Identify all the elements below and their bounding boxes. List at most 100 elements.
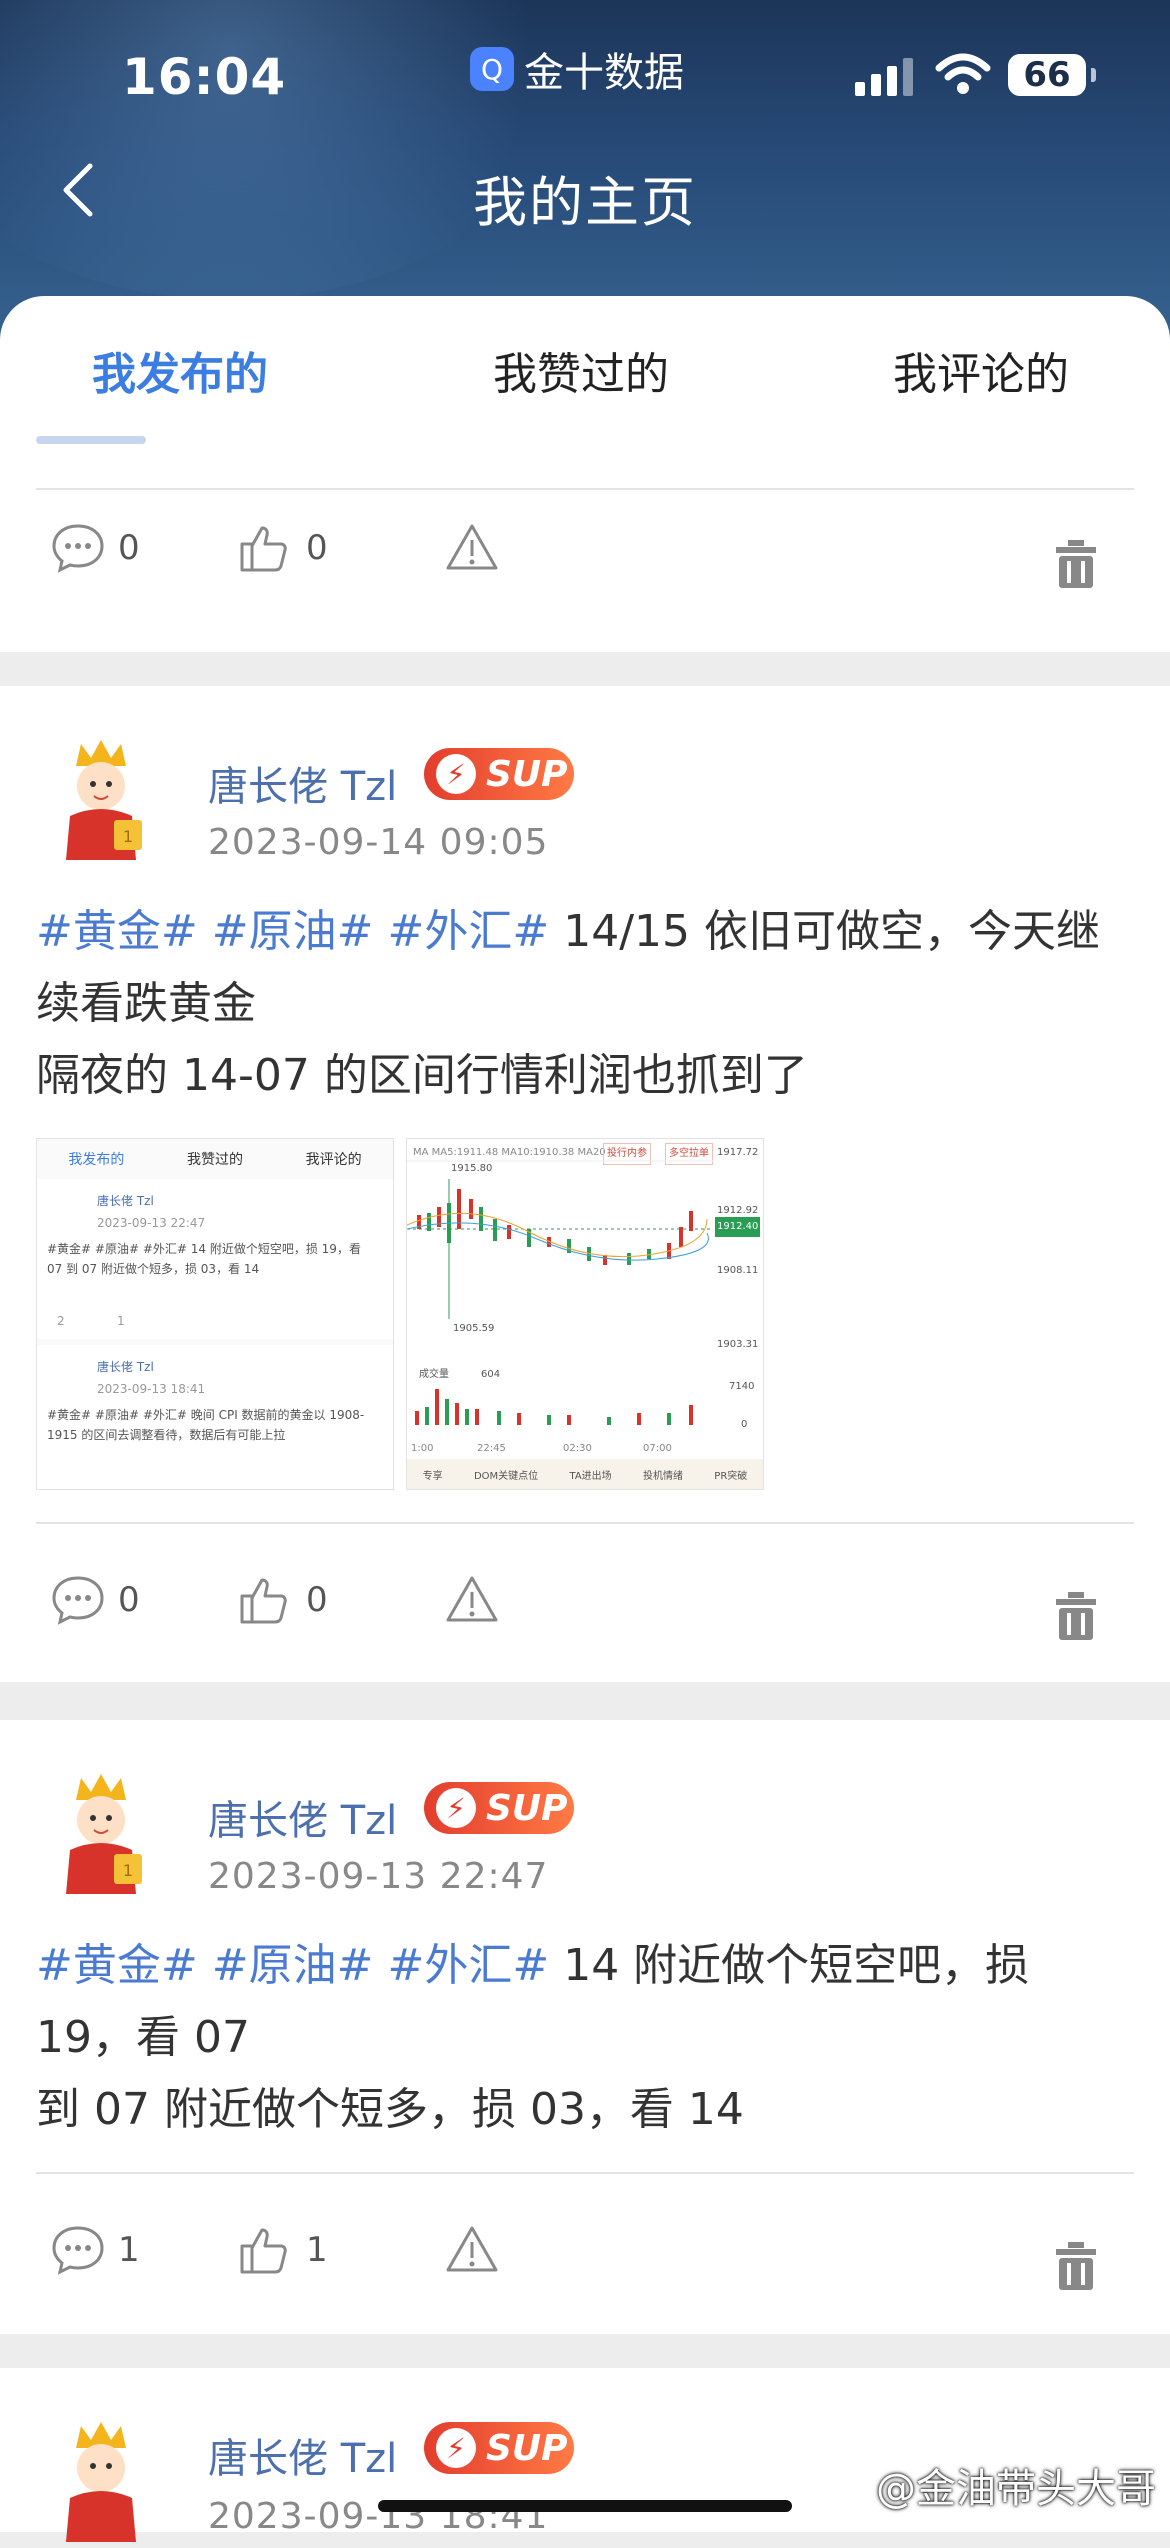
trash-icon[interactable] <box>1052 2240 1100 2292</box>
divider <box>36 2172 1134 2174</box>
time-label: 07:00 <box>643 1443 672 1454</box>
post-card: 1 唐长佬 Tzl ⚡ SUP 2023-09-13 22:47 #黄金# #原油… <box>0 1720 1170 2334</box>
comment-icon <box>52 1576 104 1625</box>
lightning-icon: ⚡ <box>436 754 476 794</box>
page-title: 我的主页 <box>473 171 697 234</box>
author-name[interactable]: 唐长佬 Tzl <box>208 1788 397 1846</box>
time-label: 22:45 <box>477 1443 506 1454</box>
warning-icon <box>446 2226 498 2272</box>
status-time: 16:04 <box>122 48 287 106</box>
hashtag[interactable]: #黄金# <box>36 906 198 957</box>
warning-icon <box>446 524 498 570</box>
author-name[interactable]: 唐长佬 Tzl <box>208 2426 397 2484</box>
content-text: 14 附近做个短空吧，损 <box>563 1940 1030 1991</box>
post-actions: 0 0 <box>0 1550 1170 1650</box>
status-carrier: Q 金十数据 <box>470 40 684 98</box>
chart-footer-tab: DOM关键点位 <box>473 1470 539 1482</box>
post-card: 1 唐长佬 Tzl ⚡ SUP 2023-09-14 09:05 #黄金# #原油… <box>0 686 1170 1682</box>
comment-count: 0 <box>118 528 140 568</box>
volume-max-label: 7140 <box>729 1381 755 1392</box>
avatar[interactable]: 1 <box>56 736 146 866</box>
like-count: 0 <box>306 528 328 568</box>
time-label: 02:30 <box>563 1443 592 1454</box>
image-thumbnail-left[interactable]: 我发布的 我赞过的 我评论的 唐长佬 Tzl 2023-09-13 22:47 … <box>36 1138 394 1490</box>
time-label: 1:00 <box>411 1443 434 1454</box>
divider <box>36 1522 1134 1524</box>
hashtag[interactable]: #原油# <box>212 906 374 957</box>
content-text: 14/15 依旧可做空，今天继 <box>563 906 1100 957</box>
price-label: 1908.11 <box>717 1265 759 1276</box>
nav-bar: 我的主页 <box>0 150 1170 234</box>
vip-badge: ⚡ SUP <box>424 748 574 800</box>
report-button[interactable] <box>442 518 502 578</box>
comment-button[interactable]: 0 <box>48 518 140 578</box>
battery-icon: 66 <box>1008 54 1096 96</box>
image-thumbnail-right[interactable]: MA MA5:1911.48 MA10:1910.38 MA20 投行内参 多空… <box>406 1138 764 1490</box>
header-background: 16:04 Q 金十数据 66 我的主页 <box>0 0 1170 340</box>
comment-button[interactable]: 0 <box>48 1570 140 1630</box>
badge-label: SUP <box>486 1787 568 1829</box>
like-button[interactable]: 1 <box>236 2220 328 2280</box>
vip-badge: ⚡ SUP <box>424 2422 574 2474</box>
lightning-icon: ⚡ <box>436 1788 476 1828</box>
status-bar: 16:04 Q 金十数据 66 <box>0 0 1170 150</box>
post-actions: 0 0 <box>0 518 1170 618</box>
author-name[interactable]: 唐长佬 Tzl <box>208 754 397 812</box>
comment-icon <box>52 2226 104 2275</box>
avatar[interactable] <box>56 2418 146 2548</box>
watermark: @金油带头大哥 <box>876 2466 1156 2512</box>
price-label: 1917.72 <box>717 1147 759 1158</box>
content-line: #黄金# #原油# #外汇# 14/15 依旧可做空，今天继 <box>36 896 1136 968</box>
svg-text:1: 1 <box>123 827 133 846</box>
tab-liked[interactable]: 我赞过的 <box>493 338 669 402</box>
badge-label: SUP <box>486 753 568 795</box>
thumb-date: 2023-09-13 18:41 <box>97 1382 206 1396</box>
home-indicator[interactable] <box>378 2500 792 2512</box>
thumb-comment-count: 2 <box>57 1314 65 1328</box>
post-time: 2023-09-14 09:05 <box>208 822 549 863</box>
report-button[interactable] <box>442 2220 502 2280</box>
hashtag[interactable]: #原油# <box>212 1940 374 1991</box>
thumb-tab-bar: 我发布的 我赞过的 我评论的 <box>37 1139 393 1179</box>
comment-button[interactable]: 1 <box>48 2220 140 2280</box>
thumb-like-count: 1 <box>117 1314 125 1328</box>
post-card: 0 0 <box>0 436 1170 652</box>
report-button[interactable] <box>442 1570 502 1630</box>
comment-count: 1 <box>118 2230 140 2270</box>
lightning-icon: ⚡ <box>436 2428 476 2468</box>
post-content: #黄金# #原油# #外汇# 14 附近做个短空吧，损 19，看 07 到 07… <box>36 1930 1136 2146</box>
trash-icon[interactable] <box>1052 538 1100 590</box>
thumb-author: 唐长佬 Tzl <box>97 1194 154 1208</box>
badge-label: SUP <box>486 2427 568 2469</box>
like-button[interactable]: 0 <box>236 518 328 578</box>
thumb-tab: 我发布的 <box>68 1152 125 1168</box>
hashtag[interactable]: #黄金# <box>36 1940 198 1991</box>
post-actions: 1 1 <box>0 2200 1170 2300</box>
thumbs-up-icon <box>240 2228 287 2274</box>
vip-badge: ⚡ SUP <box>424 1782 574 1834</box>
hashtag[interactable]: #外汇# <box>387 906 549 957</box>
thumb-text: #黄金# #原油# #外汇# 晚间 CPI 数据前的黄金以 1908-1915 … <box>47 1408 365 1442</box>
thumbs-up-icon <box>240 1578 287 1624</box>
warning-icon <box>446 1576 498 1622</box>
like-count: 0 <box>306 1580 328 1620</box>
content-line: 到 07 附近做个短多，损 03，看 14 <box>36 2084 744 2135</box>
chart-footer-tabs: 专享 DOM关键点位 TA进出场 投机情绪 PR突破 <box>407 1459 763 1489</box>
post-time: 2023-09-13 22:47 <box>208 1856 549 1897</box>
thumb-tab: 我评论的 <box>305 1152 362 1168</box>
candlestick-chart <box>407 1160 713 1425</box>
carrier-label: 金十数据 <box>524 50 684 96</box>
thumb-author: 唐长佬 Tzl <box>97 1360 154 1374</box>
like-button[interactable]: 0 <box>236 1570 328 1630</box>
chart-footer-tab: 投机情绪 <box>642 1470 683 1482</box>
divider <box>36 488 1134 490</box>
tab-commented[interactable]: 我评论的 <box>893 338 1069 402</box>
tab-my-posts[interactable]: 我发布的 <box>92 338 268 402</box>
content-line: #黄金# #原油# #外汇# 14 附近做个短空吧，损 <box>36 1930 1136 2002</box>
comment-count: 0 <box>118 1580 140 1620</box>
hashtag[interactable]: #外汇# <box>387 1940 549 1991</box>
avatar[interactable]: 1 <box>56 1770 146 1900</box>
comment-icon <box>52 524 104 573</box>
trash-icon[interactable] <box>1052 1590 1100 1642</box>
thumb-date: 2023-09-13 22:47 <box>97 1216 206 1230</box>
